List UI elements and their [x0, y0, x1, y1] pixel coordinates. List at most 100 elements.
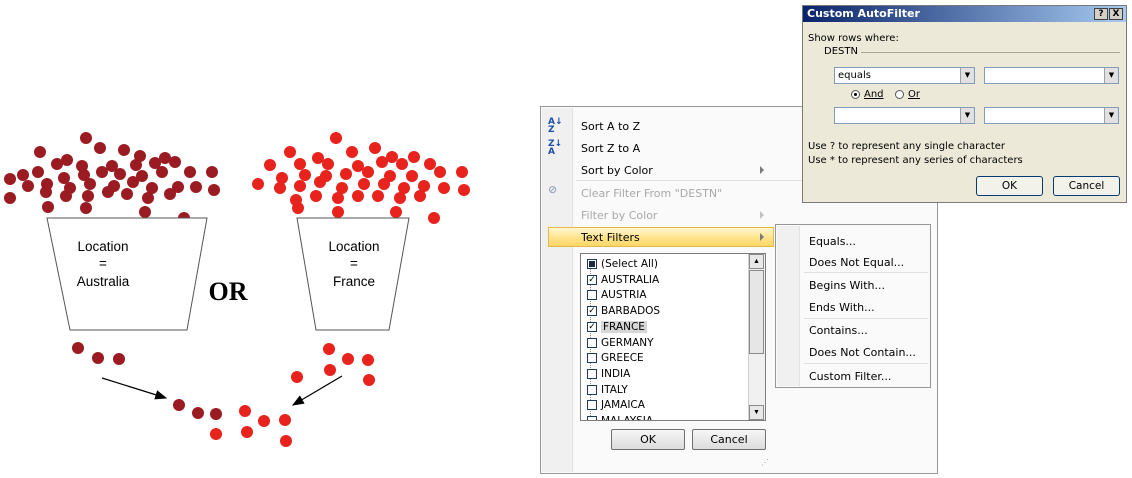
- list-item-label: MALAYSIA: [601, 415, 654, 421]
- custom-filter-item[interactable]: Custom Filter...: [809, 370, 891, 383]
- dialog-title: Custom AutoFilter: [807, 7, 920, 20]
- list-item[interactable]: (Select All): [587, 257, 658, 271]
- filter-cancel-button[interactable]: Cancel: [692, 429, 766, 450]
- checkbox[interactable]: [587, 416, 597, 420]
- list-item[interactable]: GREECE: [587, 351, 644, 365]
- france-record-dot: [274, 182, 286, 194]
- chevron-down-icon[interactable]: ▼: [960, 68, 974, 83]
- value1-combo[interactable]: ▼: [984, 67, 1119, 84]
- list-item[interactable]: ITALY: [587, 383, 628, 397]
- france-record-dot: [394, 192, 406, 204]
- close-button[interactable]: X: [1109, 8, 1123, 20]
- sort-z-to-a-item[interactable]: Sort Z to A: [581, 142, 640, 155]
- checkbox[interactable]: [587, 384, 597, 395]
- list-item[interactable]: JAMAICA: [587, 398, 645, 412]
- list-item[interactable]: MALAYSIA: [587, 414, 654, 421]
- list-item-label: BARBADOS: [601, 305, 661, 318]
- filter-by-color-item[interactable]: Filter by Color: [581, 209, 657, 222]
- france-record-dot: [279, 414, 291, 426]
- checkbox[interactable]: [587, 368, 597, 379]
- group-divider: [861, 52, 1120, 53]
- chevron-down-icon[interactable]: ▼: [1104, 108, 1118, 123]
- australia-record-dot: [4, 173, 16, 185]
- equals-item[interactable]: Equals...: [809, 235, 856, 248]
- operator1-select[interactable]: equals ▼: [834, 67, 975, 84]
- list-item[interactable]: GERMANY: [587, 336, 654, 350]
- begins-with-item[interactable]: Begins With...: [809, 279, 885, 292]
- or-label[interactable]: Or: [908, 89, 920, 100]
- checkbox[interactable]: [587, 337, 597, 348]
- left-funnel-line-2: =: [99, 256, 107, 271]
- france-record-dot: [239, 405, 251, 417]
- ends-with-item[interactable]: Ends With...: [809, 301, 875, 314]
- resize-grip-icon[interactable]: ⋰: [761, 458, 769, 467]
- france-record-dot: [241, 426, 253, 438]
- left-funnel-line-3: Australia: [77, 274, 130, 289]
- list-item[interactable]: INDIA: [587, 367, 630, 381]
- australia-record-dot: [173, 399, 185, 411]
- australia-record-dot: [40, 186, 52, 198]
- france-record-dot: [276, 172, 288, 184]
- france-record-dot: [332, 192, 344, 204]
- list-item[interactable]: ✓ BARBADOS: [587, 304, 661, 318]
- list-item[interactable]: ✓ FRANCE: [587, 320, 647, 334]
- checkbox[interactable]: ✓: [587, 321, 597, 332]
- australia-record-dot: [51, 158, 63, 170]
- operator2-select[interactable]: ▼: [834, 107, 975, 124]
- checkbox[interactable]: [587, 259, 597, 269]
- sort-by-color-item[interactable]: Sort by Color: [581, 164, 653, 177]
- list-item[interactable]: ✓ AUSTRALIA: [587, 273, 659, 287]
- list-item-label: FRANCE: [601, 320, 647, 333]
- australia-record-dot: [17, 169, 29, 181]
- dialog-cancel-button[interactable]: Cancel: [1053, 176, 1120, 196]
- dialog-ok-button[interactable]: OK: [976, 176, 1043, 196]
- sort-a-to-z-item[interactable]: Sort A to Z: [581, 120, 640, 133]
- does-not-equal-item[interactable]: Does Not Equal...: [809, 256, 904, 269]
- chevron-down-icon[interactable]: ▼: [1104, 68, 1118, 83]
- france-record-dot: [346, 146, 358, 158]
- france-record-dot: [332, 206, 344, 218]
- australia-record-dot: [22, 180, 34, 192]
- france-record-dot: [292, 202, 304, 214]
- scroll-thumb[interactable]: [749, 270, 764, 354]
- list-scrollbar[interactable]: ▲ ▼: [748, 254, 765, 420]
- right-funnel-line-3: France: [333, 274, 375, 289]
- list-item-label: AUSTRIA: [601, 289, 647, 302]
- list-item-label: JAMAICA: [601, 399, 645, 412]
- france-record-dot: [258, 415, 270, 427]
- checkbox[interactable]: [587, 400, 597, 411]
- australia-record-dot: [34, 146, 46, 158]
- checkbox[interactable]: ✓: [587, 306, 597, 317]
- checkbox[interactable]: [587, 353, 597, 364]
- left-funnel-line-1: Location: [77, 239, 128, 254]
- filter-values-list[interactable]: (Select All) ✓ AUSTRALIA AUSTRIA ✓ BARBADOS ✓ F…: [580, 253, 766, 421]
- checkbox[interactable]: [587, 290, 597, 301]
- does-not-contain-item[interactable]: Does Not Contain...: [809, 346, 916, 359]
- australia-record-dot: [208, 184, 220, 196]
- filter-ok-button[interactable]: OK: [611, 429, 685, 450]
- help-button[interactable]: ?: [1094, 8, 1108, 20]
- france-record-dot: [362, 354, 374, 366]
- france-record-dot: [284, 146, 296, 158]
- scroll-up-icon[interactable]: ▲: [749, 254, 764, 269]
- australia-record-dot: [113, 353, 125, 365]
- text-filters-item[interactable]: Text Filters: [581, 231, 640, 244]
- or-radio[interactable]: [895, 90, 904, 99]
- scroll-down-icon[interactable]: ▼: [749, 405, 764, 420]
- submenu-separator: [804, 318, 928, 319]
- dialog-titlebar[interactable]: Custom AutoFilter ? X: [803, 6, 1126, 22]
- clear-filter-item[interactable]: Clear Filter From "DESTN": [581, 187, 722, 200]
- australia-record-dot: [210, 408, 222, 420]
- value2-combo[interactable]: ▼: [984, 107, 1119, 124]
- contains-item[interactable]: Contains...: [809, 324, 868, 337]
- chevron-down-icon[interactable]: ▼: [960, 108, 974, 123]
- and-label[interactable]: And: [864, 89, 884, 100]
- australia-record-dot: [84, 178, 96, 190]
- checkbox[interactable]: ✓: [587, 274, 597, 285]
- france-record-dot: [330, 132, 342, 144]
- clear-filter-icon: ⊘: [548, 183, 558, 196]
- australia-record-dot: [114, 168, 126, 180]
- and-radio[interactable]: [851, 90, 860, 99]
- menu-icon-gutter: [542, 108, 573, 472]
- list-item[interactable]: AUSTRIA: [587, 288, 647, 302]
